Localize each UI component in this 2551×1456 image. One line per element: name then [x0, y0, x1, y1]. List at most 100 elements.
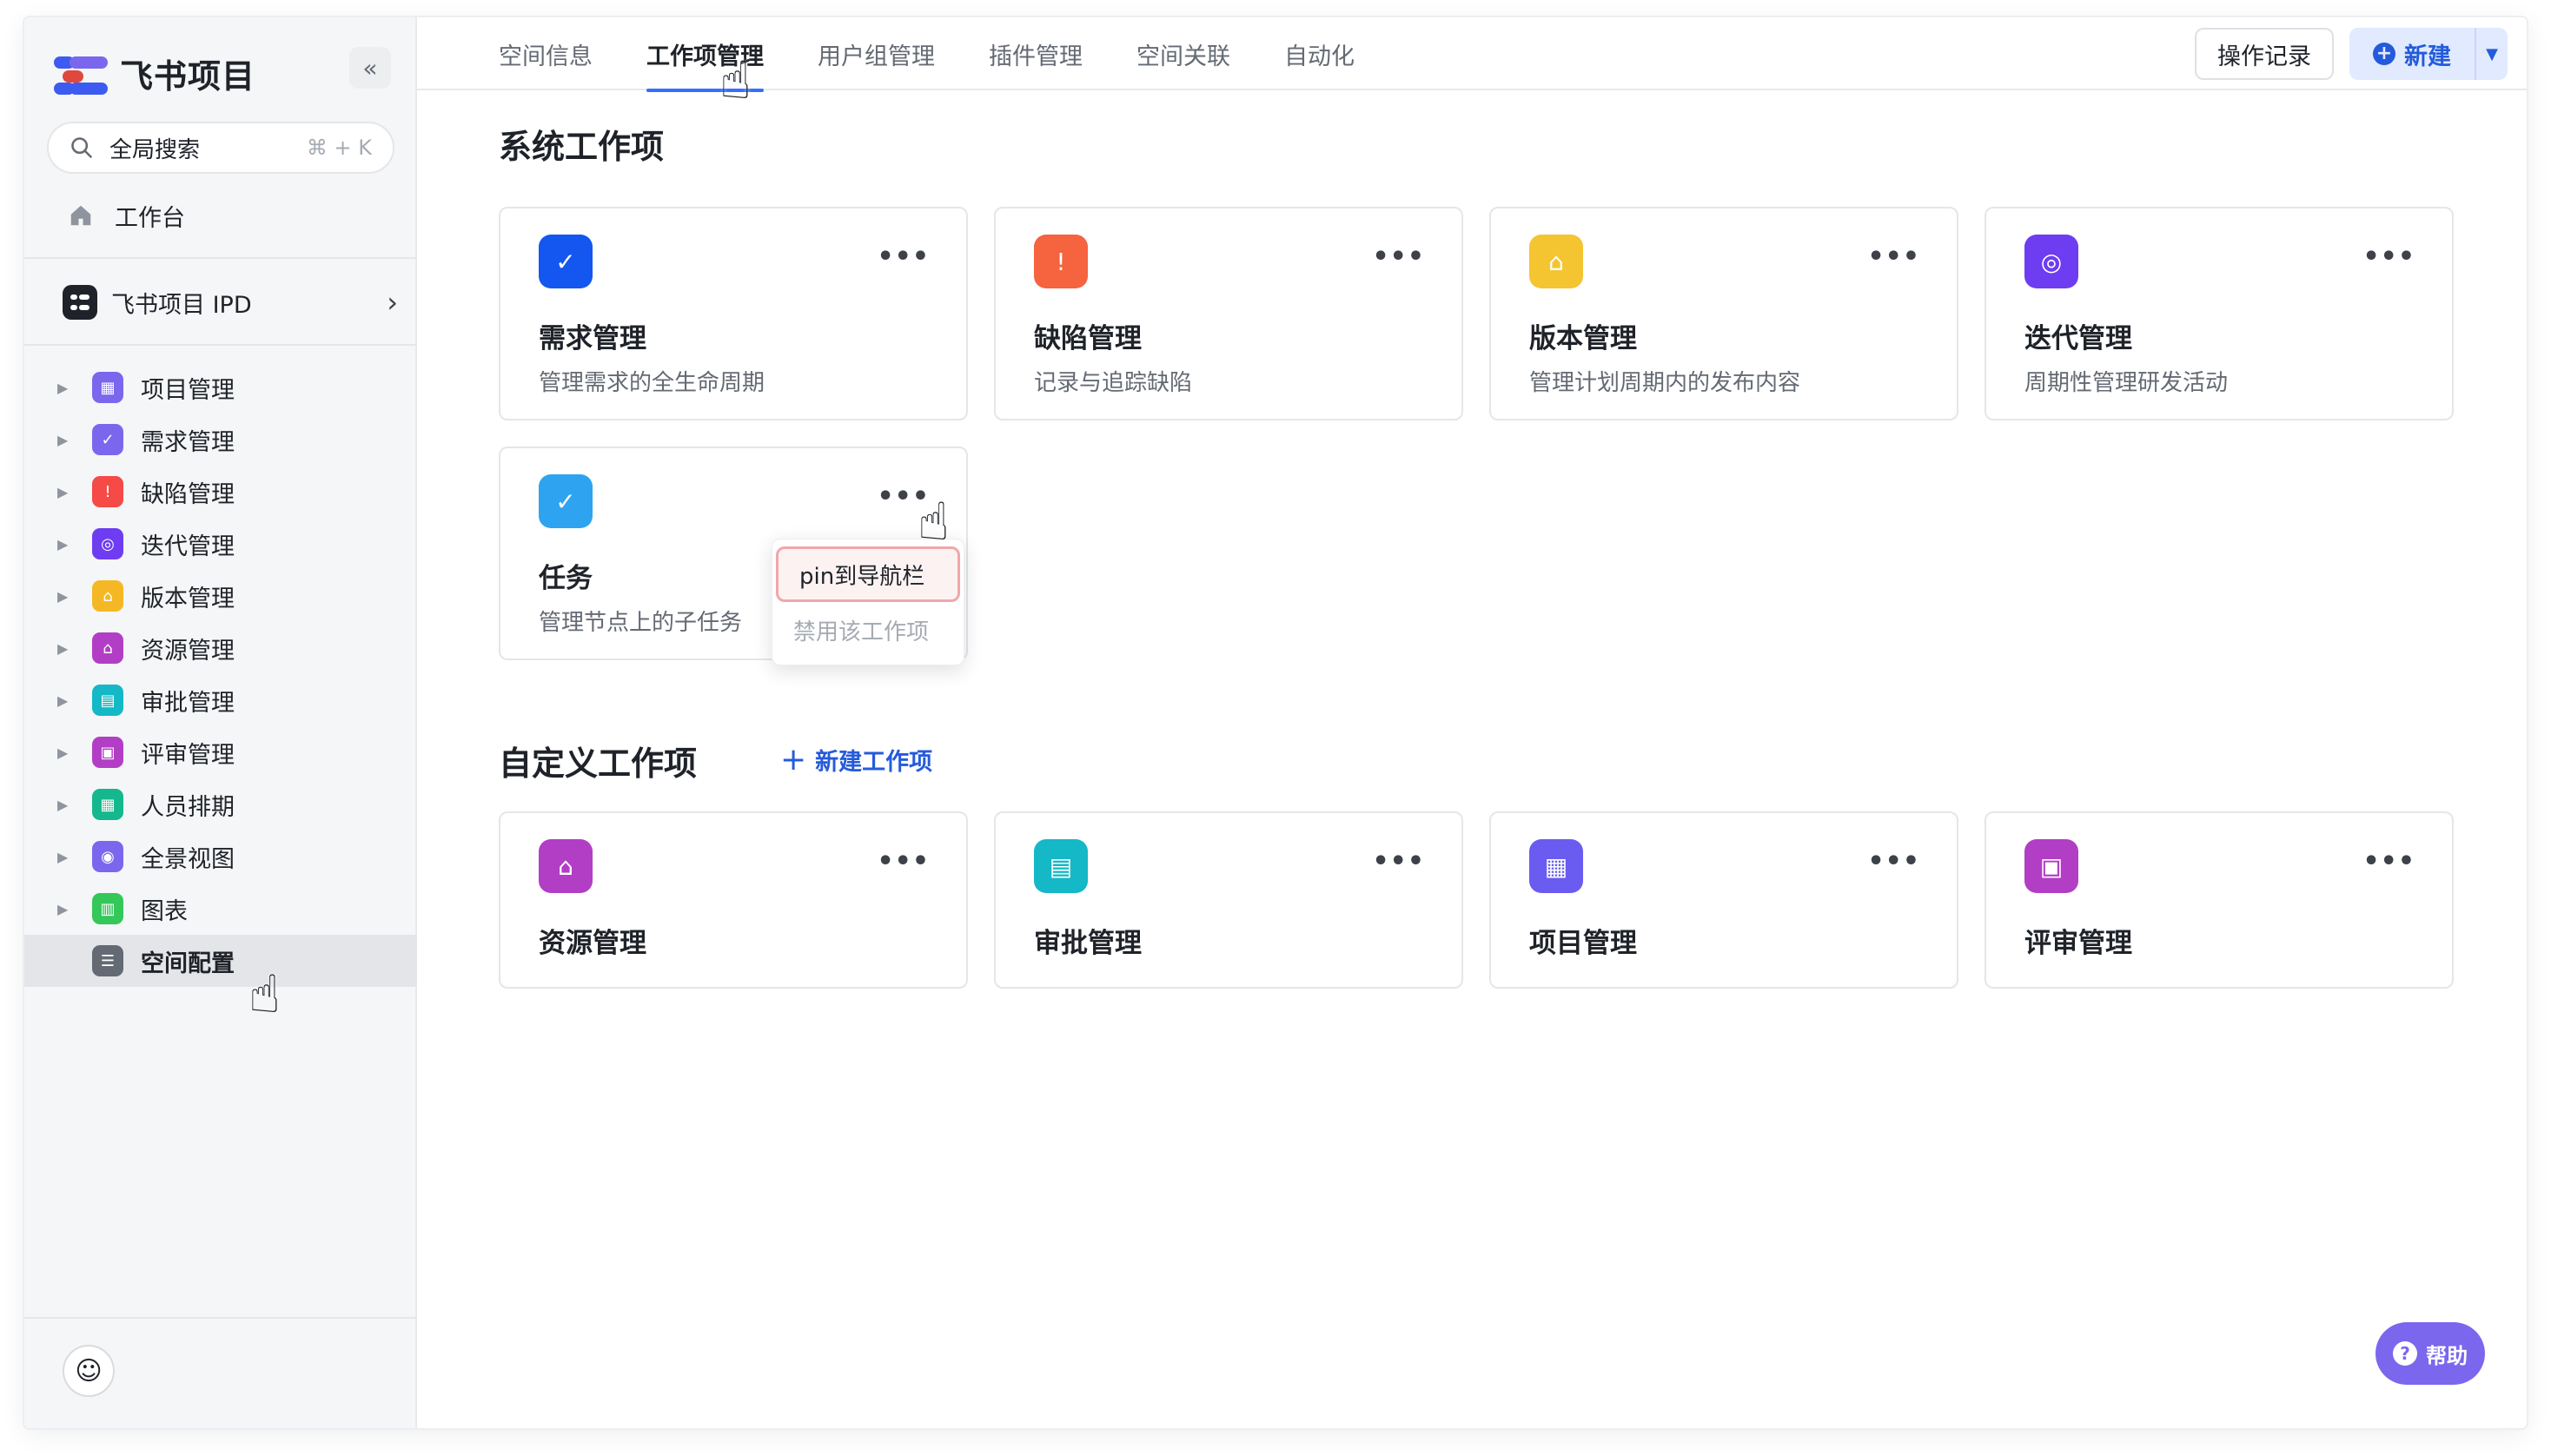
chart-icon: ▥	[92, 893, 123, 924]
new-button[interactable]: + 新建	[2349, 28, 2475, 80]
sidebar-item-review[interactable]: ▶ ▣ 评审管理	[24, 726, 417, 778]
caret-right-icon[interactable]: ▶	[57, 432, 73, 448]
work-item-card[interactable]: ⌂ ••• 版本管理 管理计划周期内的发布内容	[1489, 207, 1958, 420]
check-circle-icon: ✓	[539, 235, 593, 288]
bookmark-icon: ⌂	[92, 632, 123, 664]
work-item-card[interactable]: ✓ ••• 需求管理 管理需求的全生命周期	[499, 207, 968, 420]
caret-right-icon[interactable]: ▶	[57, 849, 73, 865]
sidebar-item-label: 图表	[141, 897, 188, 925]
sidebar-item-label: 全景视图	[141, 845, 235, 873]
chevron-right-icon: ›	[387, 286, 398, 319]
sidebar-item-label: 迭代管理	[141, 533, 235, 560]
tab-bar: 空间信息 工作项管理 用户组管理 插件管理 空间关联 自动化	[499, 17, 1408, 92]
help-label: 帮助	[2426, 1343, 2468, 1368]
more-icon[interactable]: •••	[1372, 242, 1425, 272]
tab-automation[interactable]: 自动化	[1284, 17, 1355, 90]
system-section-title: 系统工作项	[499, 128, 665, 166]
sidebar-item-version[interactable]: ▶ ⌂ 版本管理	[24, 570, 417, 622]
space-selector[interactable]: 飞书项目 IPD ›	[63, 276, 398, 328]
more-icon[interactable]: •••	[1867, 242, 1920, 272]
card-desc: 管理节点上的子任务	[539, 610, 743, 636]
question-icon: ?	[2393, 1341, 2417, 1366]
search-shortcut: ⌘ + K	[306, 136, 372, 160]
more-icon[interactable]: •••	[1867, 846, 1920, 877]
divider	[24, 344, 417, 346]
tab-plugins[interactable]: 插件管理	[989, 17, 1083, 90]
more-icon[interactable]: •••	[1372, 846, 1425, 877]
caret-right-icon[interactable]: ▶	[57, 380, 73, 396]
tab-user-group[interactable]: 用户组管理	[818, 17, 935, 90]
card-title: 版本管理	[1529, 323, 1637, 354]
new-dropdown-button[interactable]: ▼	[2475, 28, 2508, 80]
more-icon[interactable]: •••	[877, 846, 930, 877]
sidebar-item-resource[interactable]: ▶ ⌂ 资源管理	[24, 622, 417, 674]
sidebar-item-defect[interactable]: ▶ ! 缺陷管理	[24, 466, 417, 518]
menu-item-pin-to-nav[interactable]: pin到导航栏	[776, 546, 960, 602]
caret-right-icon[interactable]: ▶	[57, 797, 73, 813]
app-logo[interactable]: 飞书项目	[54, 47, 255, 99]
divider	[24, 1317, 417, 1319]
sidebar-item-approval[interactable]: ▶ ▤ 审批管理	[24, 674, 417, 726]
avatar[interactable]: ☺	[63, 1345, 115, 1397]
sidebar-item-label: 资源管理	[141, 637, 235, 665]
card-title: 缺陷管理	[1034, 323, 1142, 354]
caret-right-icon[interactable]: ▶	[57, 901, 73, 917]
space-name: 飞书项目 IPD	[111, 291, 252, 319]
bookmark-icon: ⌂	[92, 580, 123, 612]
new-work-item-link[interactable]: + 新建工作项	[780, 742, 932, 778]
card-desc: 周期性管理研发活动	[2024, 370, 2229, 396]
more-icon[interactable]: •••	[2362, 242, 2415, 272]
global-search-input[interactable]: 全局搜索 ⌘ + K	[47, 122, 394, 174]
caret-right-icon[interactable]: ▶	[57, 588, 73, 605]
plus-icon: +	[780, 742, 807, 778]
divider	[24, 257, 417, 259]
grid-icon: ▦	[92, 372, 123, 403]
collapse-sidebar-button[interactable]: «	[349, 47, 391, 89]
sidebar-item-iteration[interactable]: ▶ ◎ 迭代管理	[24, 518, 417, 570]
more-icon[interactable]: •••	[877, 242, 930, 272]
caret-right-icon[interactable]: ▶	[57, 745, 73, 761]
nav-workbench[interactable]: 工作台	[68, 188, 185, 243]
sidebar-item-panorama[interactable]: ▶ ◉ 全景视图	[24, 831, 417, 883]
menu-item-disable[interactable]: 禁用该工作项	[772, 602, 964, 658]
approve-icon: ▤	[1034, 839, 1088, 893]
approve-icon: ▤	[92, 685, 123, 716]
tab-space-info[interactable]: 空间信息	[499, 17, 593, 90]
caret-right-icon[interactable]: ▶	[57, 640, 73, 657]
work-item-card[interactable]: ▦ ••• 项目管理	[1489, 811, 1958, 989]
space-logo-icon	[63, 285, 97, 320]
sidebar-item-label: 项目管理	[141, 376, 235, 404]
calendar-icon: ▦	[92, 789, 123, 820]
sidebar-item-chart[interactable]: ▶ ▥ 图表	[24, 883, 417, 935]
sidebar-item-schedule[interactable]: ▶ ▦ 人员排期	[24, 778, 417, 831]
home-icon	[70, 205, 91, 226]
work-item-card[interactable]: ! ••• 缺陷管理 记录与追踪缺陷	[994, 207, 1463, 420]
alert-icon: !	[1034, 235, 1088, 288]
sidebar-item-project[interactable]: ▶ ▦ 项目管理	[24, 361, 417, 414]
sidebar-item-requirement[interactable]: ▶ ✓ 需求管理	[24, 414, 417, 466]
review-icon: ▣	[92, 737, 123, 768]
card-desc: 记录与追踪缺陷	[1034, 370, 1193, 396]
help-button[interactable]: ? 帮助	[2375, 1322, 2485, 1385]
work-item-card[interactable]: ▣ ••• 评审管理	[1984, 811, 2454, 989]
cycle-icon: ◎	[2024, 235, 2078, 288]
sidebar-item-space-config[interactable]: ☰ 空间配置	[24, 935, 417, 987]
tab-space-links[interactable]: 空间关联	[1136, 17, 1230, 90]
card-title: 迭代管理	[2024, 323, 2132, 354]
new-work-item-label: 新建工作项	[815, 749, 933, 776]
hand-cursor-icon: ☝	[248, 964, 281, 1025]
operation-log-button[interactable]: 操作记录	[2195, 28, 2334, 80]
caret-right-icon[interactable]: ▶	[57, 536, 73, 553]
more-icon[interactable]: •••	[2362, 846, 2415, 877]
caret-right-icon[interactable]: ▶	[57, 484, 73, 500]
work-item-card[interactable]: ⌂ ••• 资源管理	[499, 811, 968, 989]
work-item-card[interactable]: ◎ ••• 迭代管理 周期性管理研发活动	[1984, 207, 2454, 420]
card-title: 审批管理	[1034, 928, 1142, 959]
check-circle-icon: ✓	[539, 474, 593, 528]
work-item-card[interactable]: ▤ ••• 审批管理	[994, 811, 1463, 989]
hand-cursor-icon: ☝	[918, 492, 950, 553]
logo-icon	[54, 51, 108, 95]
caret-right-icon[interactable]: ▶	[57, 692, 73, 709]
sidebar-item-label: 版本管理	[141, 585, 235, 612]
plus-circle-icon: +	[2373, 43, 2395, 65]
